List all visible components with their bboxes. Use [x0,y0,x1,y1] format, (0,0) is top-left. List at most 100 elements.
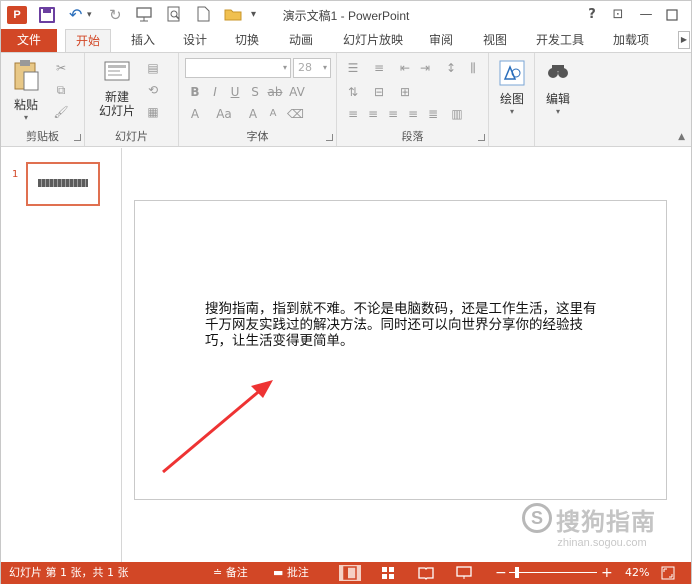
fit-to-window-button[interactable] [661,562,675,584]
decrease-indent-icon[interactable]: ⇤ [397,61,413,75]
ribbon-display-options-button[interactable]: ⊡ [607,5,629,25]
help-button[interactable]: ? [581,5,603,25]
character-spacing-icon[interactable]: AV [289,85,305,99]
drawing-label: 绘图 [499,92,524,106]
thumbnail-text-preview [38,179,88,187]
smartart-icon[interactable]: ⊞ [397,85,413,99]
reset-icon[interactable]: ⟲ [145,83,161,97]
align-left-icon[interactable]: ≡ [345,107,361,121]
slide-thumbnail[interactable] [26,162,100,206]
align-center-icon[interactable]: ≡ [365,107,381,121]
normal-view-button[interactable] [339,565,361,581]
zoom-level[interactable]: 42% [625,562,649,584]
font-name-combo[interactable]: ▾ [185,58,291,78]
cut-icon[interactable]: ✂ [53,61,69,75]
thumbnail-slide-number: 1 [12,169,19,180]
editing-dropdown-icon[interactable]: ▾ [541,107,575,116]
zoom-in-button[interactable]: + [601,562,613,584]
bullets-icon[interactable]: ☰ [345,61,361,75]
layout-icon[interactable]: ▤ [145,61,161,75]
font-size-value: 28 [298,61,312,74]
zoom-slider-track[interactable] [509,572,597,573]
ribbon-tabs: 文件 开始 插入 设计 切换 动画 幻灯片放映 审阅 视图 开发工具 加载项 ▶ [1,29,691,53]
ribbon: 粘贴 ▾ ✂ ⧉ 🖌 剪贴板 新建 幻灯片 ▤ ⟲ ▦ 幻灯片 ▾ 28▾ B [1,52,691,147]
slide-editing-canvas: 搜狗指南，指到就不难。不论是电脑数码，还是工作生活，这里有千万网友实践过的解决方… [123,148,691,562]
slide[interactable]: 搜狗指南，指到就不难。不论是电脑数码，还是工作生活，这里有千万网友实践过的解决方… [134,200,667,500]
underline-icon[interactable]: U [227,85,243,99]
tab-review[interactable]: 审阅 [421,29,461,52]
tab-animations[interactable]: 动画 [281,29,321,52]
tab-view[interactable]: 视图 [475,29,515,52]
line-spacing-icon[interactable]: ↕ [443,61,459,75]
paragraph-dialog-launcher-icon[interactable] [478,134,485,141]
tab-insert[interactable]: 插入 [123,29,163,52]
format-painter-icon[interactable]: 🖌 [53,105,69,119]
tab-transitions[interactable]: 切换 [227,29,267,52]
workspace: 1 搜狗指南，指到就不难。不论是电脑数码，还是工作生活，这里有千万网友实践过的解… [1,148,691,562]
powerpoint-window: P ↶ ▾ ↻ ▾ 演示文稿1 - PowerPoint ? ⊡ — 文件 开始… [0,0,692,584]
paste-dropdown-icon[interactable]: ▾ [9,113,43,122]
notes-button[interactable]: ≐ 备注 [213,562,248,584]
notes-label: 备注 [225,566,248,579]
font-group-label: 字体 [246,130,269,143]
sogou-logo-icon: S [522,503,552,533]
paste-label: 粘贴 [13,98,38,112]
drawing-dropdown-icon[interactable]: ▾ [495,107,529,116]
columns-icon[interactable]: ⫼ [465,61,481,75]
clipboard-dialog-launcher-icon[interactable] [74,134,81,141]
font-dialog-launcher-icon[interactable] [326,134,333,141]
comments-button[interactable]: ▬ 批注 [273,562,309,584]
numbering-icon[interactable]: ≡ [371,61,387,75]
copy-icon[interactable]: ⧉ [53,83,69,97]
slides-group-label: 幻灯片 [115,130,148,143]
decrease-font-size-icon[interactable]: A [265,107,281,121]
text-direction-icon[interactable]: ⇅ [345,85,361,99]
new-slide-label-line1: 新建 [104,90,129,104]
italic-icon[interactable]: I [207,85,223,99]
tab-developer[interactable]: 开发工具 [529,29,591,52]
editing-group: 编辑 ▾ [535,53,581,146]
bold-icon[interactable]: B [187,85,203,99]
tab-design[interactable]: 设计 [175,29,215,52]
tab-add-ins[interactable]: 加载项 [605,29,657,52]
increase-indent-icon[interactable]: ⇥ [417,61,433,75]
font-group: ▾ 28 ▾ B I U S ab AV A Aa A A ⌫ 字体 [179,53,337,146]
increase-font-size-icon[interactable]: A [245,107,261,121]
tab-file[interactable]: 文件 [1,29,57,52]
slide-count-status[interactable]: 幻灯片 第 1 张，共 1 张 [9,562,128,584]
watermark-url: zhinan.sogou.com [557,537,647,549]
reading-view-button[interactable] [415,565,437,581]
section-icon[interactable]: ▦ [145,105,161,119]
font-color-icon[interactable]: A [187,107,203,121]
zoom-slider-thumb[interactable] [515,567,519,578]
collapse-ribbon-icon[interactable]: ▲ [678,132,685,142]
justify-icon[interactable]: ≡ [405,107,421,121]
tab-home[interactable]: 开始 [65,29,111,53]
comments-icon: ▬ [273,566,287,579]
zoom-out-button[interactable]: − [495,562,507,584]
distributed-icon[interactable]: ≣ [425,107,441,121]
maximize-button[interactable] [661,5,683,25]
status-bar: 幻灯片 第 1 张，共 1 张 ≐ 备注 ▬ 批注 − + 42% [1,562,691,584]
editing-button[interactable]: 编辑 ▾ [541,59,575,116]
clear-formatting-icon[interactable]: ⌫ [287,107,304,121]
drawing-group: 绘图 ▾ [489,53,535,146]
strikethrough-icon[interactable]: ab [267,85,283,99]
change-case-icon[interactable]: Aa [213,107,235,121]
paste-button[interactable]: 粘贴 ▾ [9,59,43,122]
slide-text-box[interactable]: 搜狗指南，指到就不难。不论是电脑数码，还是工作生活，这里有千万网友实践过的解决方… [205,301,605,349]
align-right-icon[interactable]: ≡ [385,107,401,121]
new-slide-button[interactable]: 新建 幻灯片 [91,59,143,118]
minimize-button[interactable]: — [635,5,657,25]
paragraph-columns-icon[interactable]: ▥ [449,107,465,121]
font-size-combo[interactable]: 28 ▾ [293,58,331,78]
drawing-button[interactable]: 绘图 ▾ [495,59,529,116]
red-arrow-annotation [162,380,273,474]
slide-show-view-button[interactable] [453,565,475,581]
tab-slide-show[interactable]: 幻灯片放映 [335,29,411,52]
slide-sorter-view-button[interactable] [377,565,399,581]
clipboard-group-label: 剪贴板 [26,130,59,143]
shadow-icon[interactable]: S [247,85,263,99]
align-text-icon[interactable]: ⊟ [371,85,387,99]
tabs-scroll-right-icon[interactable]: ▶ [678,31,690,49]
